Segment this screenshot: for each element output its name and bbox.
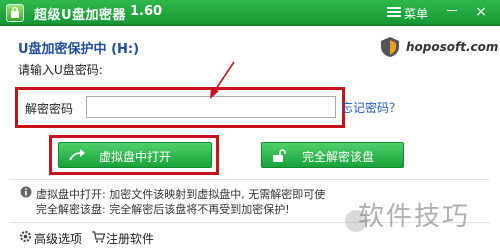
- divider: [10, 179, 490, 180]
- info-text-line-2: 完全解密该盘: 完全解密后该盘将不再受到加密保护!: [36, 203, 290, 216]
- register-software-link[interactable]: 注册软件: [106, 230, 154, 247]
- gear-icon[interactable]: [19, 230, 32, 246]
- watermark-text: 软件技巧: [358, 202, 471, 232]
- cart-icon[interactable]: [92, 231, 106, 246]
- full-unlock-button[interactable]: 完全解密该盘: [261, 142, 404, 168]
- open-button-label: 虚拟盘中打开: [99, 150, 172, 164]
- unlock-icon: [272, 149, 286, 166]
- info-text-line-1: 虚拟盘中打开: 加密文件该映射到虚拟盘中, 无需解密即可使: [36, 188, 326, 201]
- unlock-button-label: 完全解密该盘: [302, 150, 375, 164]
- info-icon: [20, 186, 32, 201]
- advanced-options-link[interactable]: 高级选项: [34, 230, 82, 247]
- open-in-virtual-disk-button[interactable]: 虚拟盘中打开: [58, 142, 212, 168]
- arrow-right-icon: [69, 149, 85, 166]
